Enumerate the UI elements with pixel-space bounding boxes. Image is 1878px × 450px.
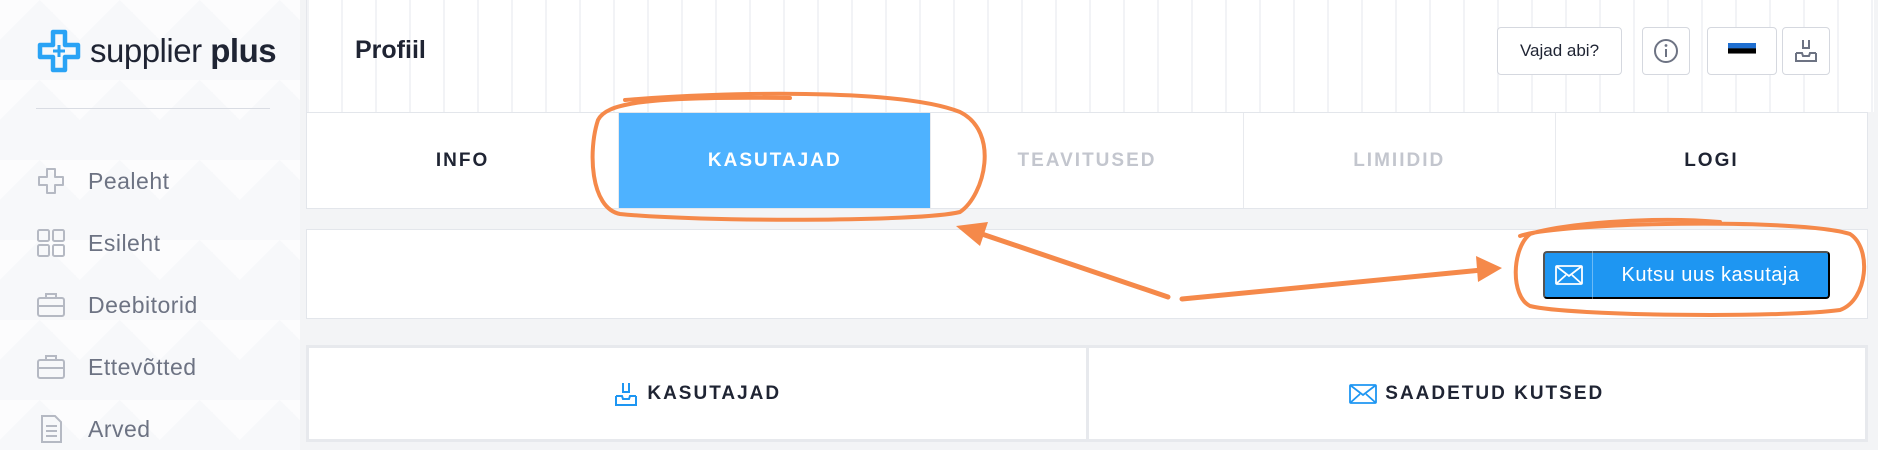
sidebar: supplier plus Pealeht Esileht Deebitorid: [0, 0, 300, 450]
profile-tabs: INFO KASUTAJAD TEAVITUSED LIMIIDID LOGI: [306, 112, 1868, 209]
brand-name: supplier plus: [90, 32, 277, 69]
logout-button[interactable]: [1782, 27, 1830, 75]
users-action-bar: Kutsu uus kasutaja: [306, 229, 1868, 319]
sidebar-item-arved[interactable]: Arved: [36, 398, 198, 450]
briefcase-icon: [36, 290, 66, 320]
sidebar-item-label: Deebitorid: [88, 291, 198, 318]
subtab-saadetud-kutsed[interactable]: SAADETUD KUTSED: [1089, 348, 1866, 439]
language-button[interactable]: [1707, 27, 1777, 75]
briefcase-icon: [36, 352, 66, 382]
invite-user-button[interactable]: Kutsu uus kasutaja: [1543, 251, 1830, 299]
sidebar-nav: Pealeht Esileht Deebitorid Ettevõtted Ar…: [36, 150, 198, 450]
sidebar-item-label: Pealeht: [88, 167, 170, 194]
tab-info[interactable]: INFO: [307, 113, 620, 208]
sidebar-item-label: Arved: [88, 415, 151, 442]
tab-logi[interactable]: LOGI: [1556, 113, 1867, 208]
page-title: Profiil: [355, 36, 426, 64]
envelope-icon: [1349, 383, 1378, 404]
envelope-icon: [1545, 251, 1593, 299]
user-tray-icon: [615, 382, 638, 406]
sidebar-divider: [36, 108, 270, 109]
tab-limiidid[interactable]: LIMIIDID: [1244, 113, 1556, 208]
subtab-label: SAADETUD KUTSED: [1385, 382, 1605, 404]
sidebar-item-esileht[interactable]: Esileht: [36, 212, 198, 274]
subtab-kasutajad[interactable]: KASUTAJAD: [309, 348, 1089, 439]
info-icon: [1654, 39, 1678, 63]
invite-user-label: Kutsu uus kasutaja: [1621, 263, 1800, 286]
brand-logo[interactable]: supplier plus: [36, 28, 277, 74]
supplier-plus-logo-icon: [37, 29, 81, 73]
grid-icon: [36, 228, 66, 258]
top-header: Profiil Vajad abi?: [306, 0, 1874, 112]
sidebar-item-label: Ettevõtted: [88, 353, 197, 380]
logout-tray-icon: [1795, 40, 1817, 62]
estonia-flag-icon: [1728, 43, 1756, 59]
sidebar-item-ettevotted[interactable]: Ettevõtted: [36, 336, 198, 398]
sidebar-item-deebitorid[interactable]: Deebitorid: [36, 274, 198, 336]
sidebar-item-label: Esileht: [88, 229, 161, 256]
plus-cross-icon: [36, 166, 66, 196]
info-button[interactable]: [1642, 27, 1690, 75]
sidebar-item-pealeht[interactable]: Pealeht: [36, 150, 198, 212]
tab-kasutajad[interactable]: KASUTAJAD: [619, 113, 932, 208]
document-icon: [36, 414, 66, 444]
help-button[interactable]: Vajad abi?: [1497, 27, 1622, 75]
subtab-label: KASUTAJAD: [647, 382, 782, 404]
tab-teavitused[interactable]: TEAVITUSED: [931, 113, 1244, 208]
users-subtabs: KASUTAJAD SAADETUD KUTSED: [306, 345, 1868, 442]
